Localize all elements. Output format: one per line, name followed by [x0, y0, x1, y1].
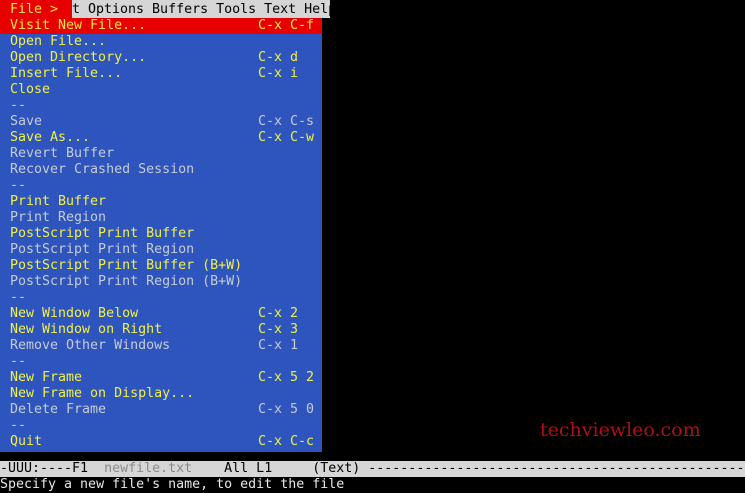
- menu-item-label: New Window on Right: [10, 322, 163, 337]
- menu-item-remove-other-windows[interactable]: Remove Other Windows C-x 1: [0, 338, 322, 354]
- menu-item-label: PostScript Print Buffer (B+W): [10, 258, 243, 273]
- menu-item-label: --: [10, 290, 27, 305]
- menu-separator: --: [0, 178, 322, 194]
- menu-item-shortcut: C-x C-w: [258, 130, 315, 145]
- menu-item-save-as[interactable]: Save As... C-x C-w: [0, 130, 322, 146]
- mode-line-position: All L1: [192, 461, 313, 476]
- menu-item-print-region[interactable]: Print Region: [0, 210, 322, 226]
- menu-bar-items[interactable]: t Options Buffers Tools Text Help: [72, 0, 336, 19]
- menu-item-label: PostScript Print Region: [10, 242, 195, 257]
- menu-item-label: Remove Other Windows: [10, 338, 171, 353]
- menu-item-quit[interactable]: Quit C-x C-c: [0, 434, 322, 450]
- menu-item-postscript-print-buffer[interactable]: PostScript Print Buffer: [0, 226, 322, 242]
- menu-item-label: --: [10, 178, 27, 193]
- menu-item-new-window-on-right[interactable]: New Window on Right C-x 3: [0, 322, 322, 338]
- file-menu-dropdown: Visit New File... C-x C-f Open File... Open…: [0, 18, 322, 452]
- menu-item-label: Print Region: [10, 210, 107, 225]
- menu-item-recover-crashed-session[interactable]: Recover Crashed Session: [0, 162, 322, 178]
- menu-item-open-file[interactable]: Open File...: [0, 34, 322, 50]
- menu-item-postscript-print-region-b-w[interactable]: PostScript Print Region (B+W): [0, 274, 322, 290]
- menu-item-shortcut: C-x i: [258, 66, 299, 81]
- menu-item-postscript-print-buffer-b-w[interactable]: PostScript Print Buffer (B+W): [0, 258, 322, 274]
- menu-item-close[interactable]: Close: [0, 82, 322, 98]
- menu-item-label: Recover Crashed Session: [10, 162, 195, 177]
- menu-separator: --: [0, 418, 322, 434]
- mode-line-major-mode: (Text): [312, 461, 369, 476]
- menu-bar: File > t Options Buffers Tools Text Help: [0, 0, 336, 19]
- menu-item-label: Revert Buffer: [10, 146, 115, 161]
- mode-line-fill: ----------------------------------------…: [368, 461, 745, 476]
- menu-item-print-buffer[interactable]: Print Buffer: [0, 194, 322, 210]
- menu-item-label: New Window Below: [10, 306, 139, 321]
- menu-item-new-frame[interactable]: New Frame C-x 5 2: [0, 370, 322, 386]
- menu-item-label: Visit New File...: [10, 18, 147, 33]
- menu-item-label: New Frame on Display...: [10, 386, 195, 401]
- menu-item-visit-new-file[interactable]: Visit New File... C-x C-f: [0, 18, 322, 34]
- menu-item-shortcut: C-x 2: [258, 306, 299, 321]
- menu-item-shortcut: C-x 5 2: [258, 370, 315, 385]
- menu-file[interactable]: File >: [0, 0, 72, 19]
- menu-item-label: Delete Frame: [10, 402, 107, 417]
- menu-item-label: Save As...: [10, 130, 91, 145]
- mode-line-filename: newfile.txt: [104, 461, 193, 476]
- menu-item-label: --: [10, 98, 27, 113]
- menu-item-shortcut: C-x C-c: [258, 434, 315, 449]
- menu-item-label: PostScript Print Region (B+W): [10, 274, 243, 289]
- menu-separator: --: [0, 290, 322, 306]
- mode-line-status: -UUU:----F1: [0, 461, 105, 476]
- menu-item-label: Open Directory...: [10, 50, 147, 65]
- menu-item-save[interactable]: Save C-x C-s: [0, 114, 322, 130]
- menu-item-delete-frame[interactable]: Delete Frame C-x 5 0: [0, 402, 322, 418]
- menu-item-shortcut: C-x C-f: [258, 18, 315, 33]
- mode-line: -UUU:----F1 newfile.txt All L1 (Text) --…: [0, 461, 745, 477]
- menu-item-label: Print Buffer: [10, 194, 107, 209]
- menu-item-label: Quit: [10, 434, 43, 449]
- menu-item-new-frame-on-display[interactable]: New Frame on Display...: [0, 386, 322, 402]
- menu-item-shortcut: C-x 3: [258, 322, 299, 337]
- menu-item-label: --: [10, 354, 27, 369]
- echo-area: Specify a new file's name, to edit the f…: [0, 477, 345, 492]
- menu-item-new-window-below[interactable]: New Window Below C-x 2: [0, 306, 322, 322]
- menu-item-open-directory[interactable]: Open Directory... C-x d: [0, 50, 322, 66]
- menu-item-label: Insert File...: [10, 66, 123, 81]
- menu-item-shortcut: C-x d: [258, 50, 299, 65]
- menu-item-revert-buffer[interactable]: Revert Buffer: [0, 146, 322, 162]
- menu-separator: --: [0, 354, 322, 370]
- menu-item-postscript-print-region[interactable]: PostScript Print Region: [0, 242, 322, 258]
- watermark: techviewleo.com: [540, 419, 701, 441]
- menu-item-label: Close: [10, 82, 51, 97]
- menu-separator: --: [0, 98, 322, 114]
- menu-item-label: Save: [10, 114, 43, 129]
- menu-item-label: PostScript Print Buffer: [10, 226, 195, 241]
- menu-item-shortcut: C-x C-s: [258, 114, 315, 129]
- menu-item-insert-file[interactable]: Insert File... C-x i: [0, 66, 322, 82]
- menu-item-label: --: [10, 418, 27, 433]
- menu-item-shortcut: C-x 1: [258, 338, 299, 353]
- menu-item-label: New Frame: [10, 370, 83, 385]
- menu-item-label: Open File...: [10, 34, 107, 49]
- menu-item-shortcut: C-x 5 0: [258, 402, 315, 417]
